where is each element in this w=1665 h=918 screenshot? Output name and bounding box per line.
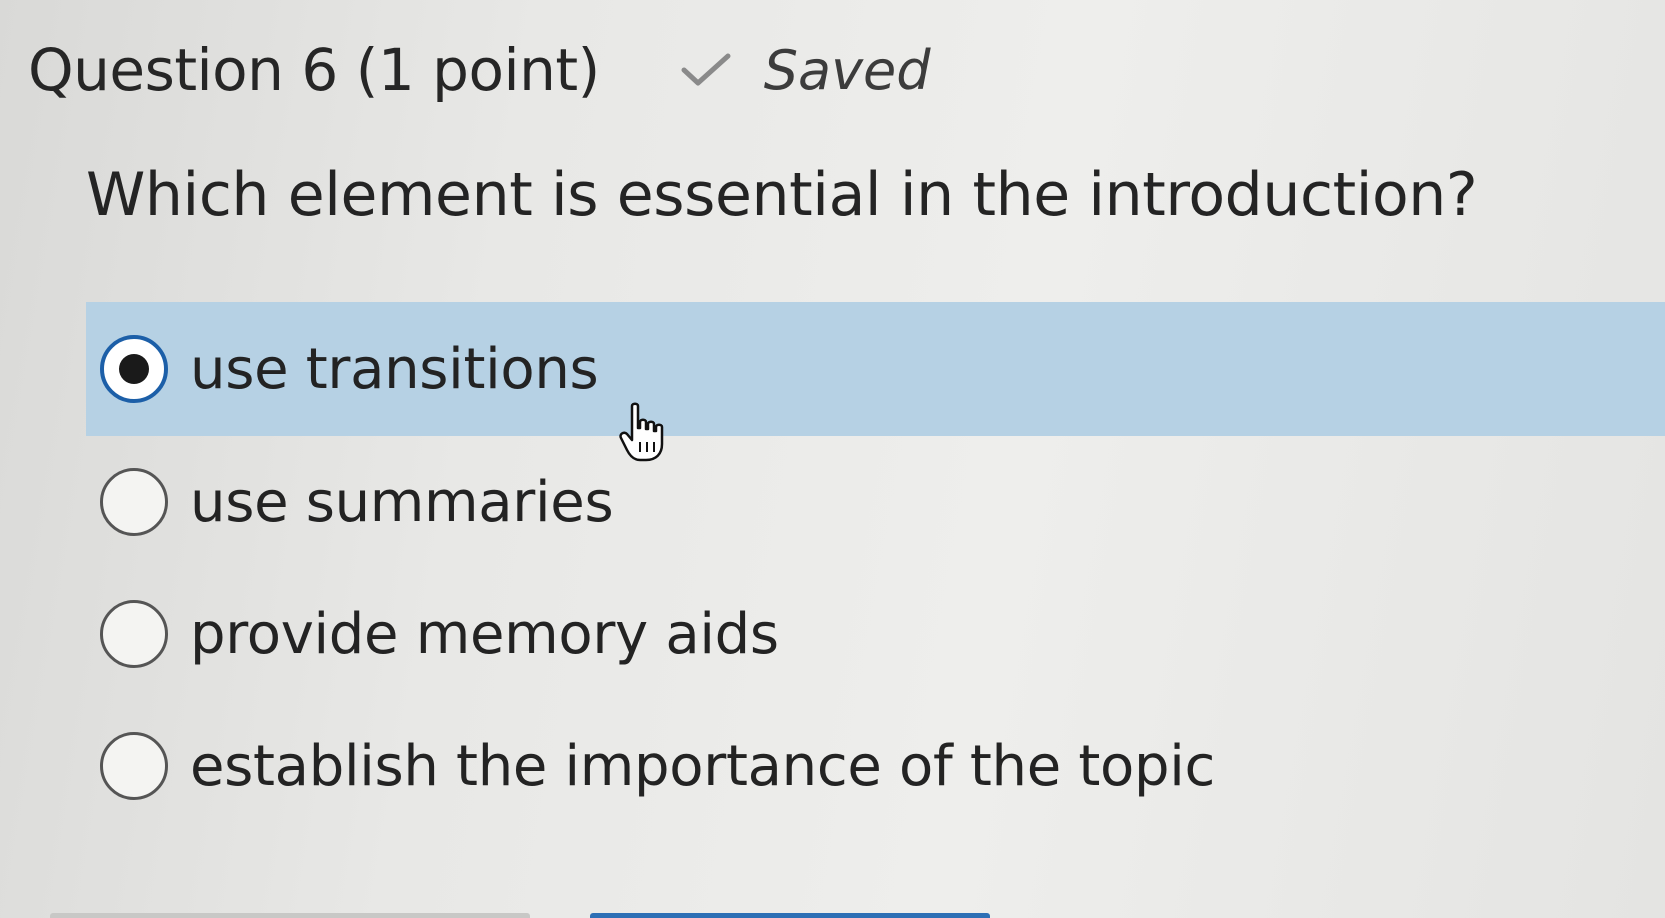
question-title: Question 6 (1 point) — [28, 36, 600, 104]
option-label[interactable]: use transitions — [190, 337, 599, 402]
radio-button[interactable] — [100, 468, 168, 536]
saved-status: Saved — [678, 39, 931, 102]
check-icon — [681, 53, 731, 86]
option-label[interactable]: provide memory aids — [190, 602, 779, 667]
radio-button[interactable] — [100, 335, 168, 403]
answer-options: use transitions use summaries provide me… — [86, 302, 1665, 832]
radio-button[interactable] — [100, 600, 168, 668]
footer-bar-left — [50, 913, 530, 918]
option-use-summaries[interactable]: use summaries — [86, 436, 1665, 568]
option-label[interactable]: establish the importance of the topic — [190, 734, 1215, 799]
question-header: Question 6 (1 point) Saved — [28, 30, 931, 110]
option-label[interactable]: use summaries — [190, 470, 614, 535]
footer-bar-right — [590, 913, 990, 918]
radio-button[interactable] — [100, 732, 168, 800]
option-provide-memory-aids[interactable]: provide memory aids — [86, 568, 1665, 700]
option-use-transitions[interactable]: use transitions — [86, 302, 1665, 436]
option-establish-importance[interactable]: establish the importance of the topic — [86, 700, 1665, 832]
question-prompt: Which element is essential in the introd… — [86, 160, 1478, 230]
radio-selected-dot — [119, 354, 149, 384]
saved-label: Saved — [763, 38, 931, 102]
hand-pointer-icon — [619, 402, 664, 462]
